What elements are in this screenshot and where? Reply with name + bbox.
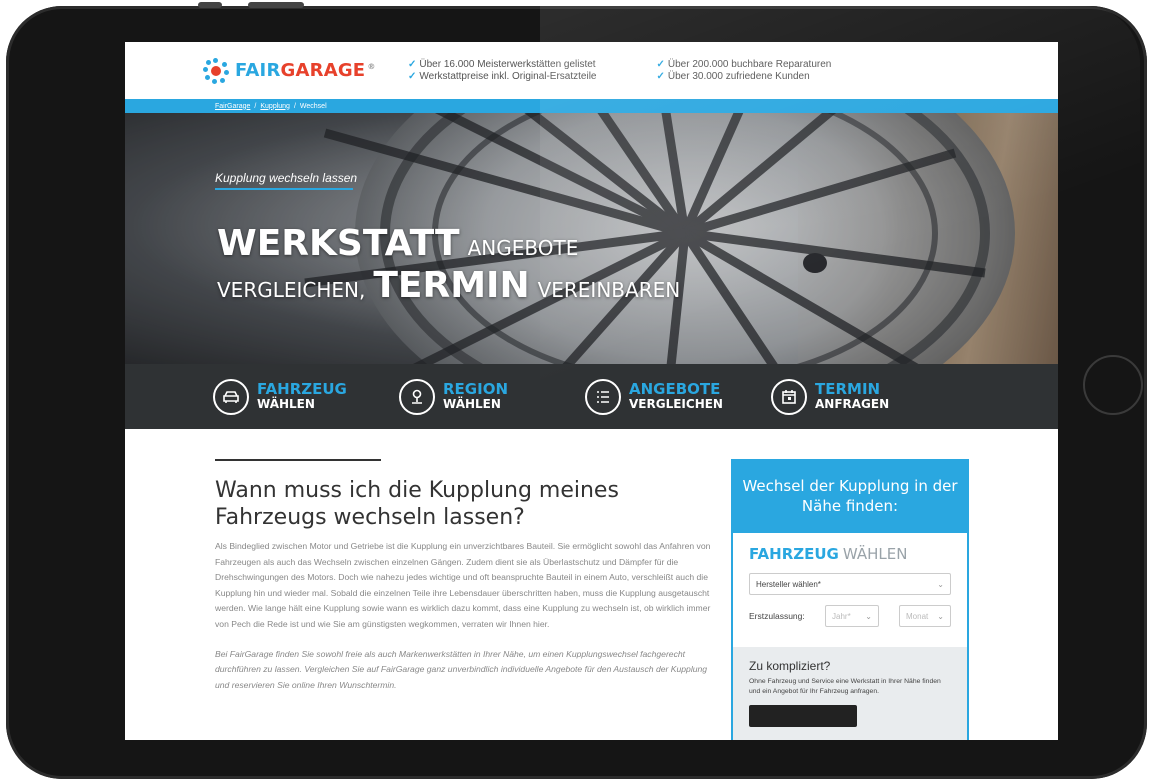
article: Wann muss ich die Kupplung meines Fahrze… [215, 459, 715, 707]
hero-headline-line1: WERKSTATT ANGEBOTE [217, 223, 579, 264]
volume-button [198, 2, 222, 8]
home-button[interactable] [1083, 355, 1143, 415]
finder-form: FAHRZEUG WÄHLEN Hersteller wählen* ⌄ Erstz… [733, 533, 967, 627]
first-registration-label: Erstzulassung: [749, 611, 805, 621]
usp-item: ✓ Über 16.000 Meisterwerkstätten gelistet [408, 58, 596, 70]
hero-headline-line2: VERGLEICHEN, TERMIN VEREINBAREN [217, 265, 681, 306]
step-region[interactable]: REGION WÄHLEN [399, 378, 585, 415]
workshop-finder-widget: Wechsel der Kupplung in der Nähe finden:… [731, 459, 969, 740]
usp-item: ✓ Werkstattpreise inkl. Original-Ersatzte… [408, 70, 597, 82]
usp-item: ✓ Über 30.000 zufriedene Kunden [656, 70, 810, 82]
article-paragraph: Als Bindeglied zwischen Motor und Getrie… [215, 541, 711, 629]
step-termin[interactable]: TERMIN ANFRAGEN [771, 378, 957, 415]
breadcrumb-separator: / [254, 102, 257, 110]
chevron-down-icon: ⌄ [937, 579, 944, 589]
usp-item: ✓ Über 200.000 buchbare Reparaturen [656, 58, 832, 70]
usp-list-left: ✓ Über 16.000 Meisterwerkstätten gelistet… [408, 59, 597, 83]
check-icon: ✓ [656, 58, 665, 70]
main-content: Wann muss ich die Kupplung meines Fahrze… [125, 429, 1058, 740]
car-icon [213, 378, 249, 415]
breadcrumb-separator: / [293, 102, 296, 110]
first-registration-row: Erstzulassung: Jahr* ⌄ Monat ⌄ [749, 605, 951, 627]
step-angebote[interactable]: ANGEBOTE VERGLEICHEN [585, 378, 771, 415]
year-select[interactable]: Jahr* ⌄ [825, 605, 879, 627]
hero-subtitle: Kupplung wechseln lassen [215, 171, 358, 185]
chevron-down-icon: ⌄ [937, 611, 944, 621]
chevron-down-icon: ⌄ [865, 611, 872, 621]
fairgarage-logo-icon [203, 57, 229, 84]
list-icon [585, 378, 621, 415]
breadcrumb-link-home[interactable]: FairGarage [215, 103, 250, 110]
logo-text: FAIRGARAGE ® [235, 60, 376, 81]
month-select[interactable]: Monat ⌄ [899, 605, 951, 627]
finder-title: FAHRZEUG WÄHLEN [749, 545, 908, 563]
find-workshop-button[interactable] [749, 705, 857, 727]
power-button [248, 2, 304, 8]
too-complicated-title: Zu kompliziert? [749, 659, 831, 673]
manufacturer-select[interactable]: Hersteller wählen* ⌄ [749, 573, 951, 595]
check-icon: ✓ [656, 70, 665, 82]
tablet-screen: FAIRGARAGE ® ✓ Über 16.000 Meisterwerkstät… [125, 42, 1058, 740]
article-paragraph: Bei FairGarage finden Sie sowohl freie a… [215, 648, 708, 690]
process-steps-bar: FAHRZEUG WÄHLEN REGION WÄHLEN ANGEBOTE VERG… [125, 364, 1058, 429]
step-fahrzeug[interactable]: FAHRZEUG WÄHLEN [213, 378, 399, 415]
too-complicated-text: Ohne Fahrzeug und Service eine Werkstatt… [749, 678, 941, 695]
breadcrumb-link-kupplung[interactable]: Kupplung [260, 103, 290, 110]
logo[interactable]: FAIRGARAGE ® [203, 57, 408, 84]
finder-heading: Wechsel der Kupplung in der Nähe finden: [733, 461, 967, 533]
location-pin-icon [399, 378, 435, 415]
check-icon: ✓ [408, 70, 417, 82]
heading-divider [215, 459, 381, 461]
article-heading: Wann muss ich die Kupplung meines Fahrze… [215, 478, 619, 530]
site-header: FAIRGARAGE ® ✓ Über 16.000 Meisterwerkstät… [125, 42, 1058, 99]
breadcrumb: FairGarage / Kupplung / Wechsel [125, 99, 1058, 113]
breadcrumb-current: Wechsel [299, 102, 327, 110]
hero-subtitle-underline [215, 188, 353, 190]
usp-list-right: ✓ Über 200.000 buchbare Reparaturen ✓ Über… [657, 59, 832, 83]
too-complicated-box: Zu kompliziert? Ohne Fahrzeug und Servic… [733, 647, 967, 740]
calendar-icon [771, 378, 807, 415]
check-icon: ✓ [408, 58, 417, 70]
hero-banner: Kupplung wechseln lassen WERKSTATT ANGEBO… [125, 113, 1058, 364]
